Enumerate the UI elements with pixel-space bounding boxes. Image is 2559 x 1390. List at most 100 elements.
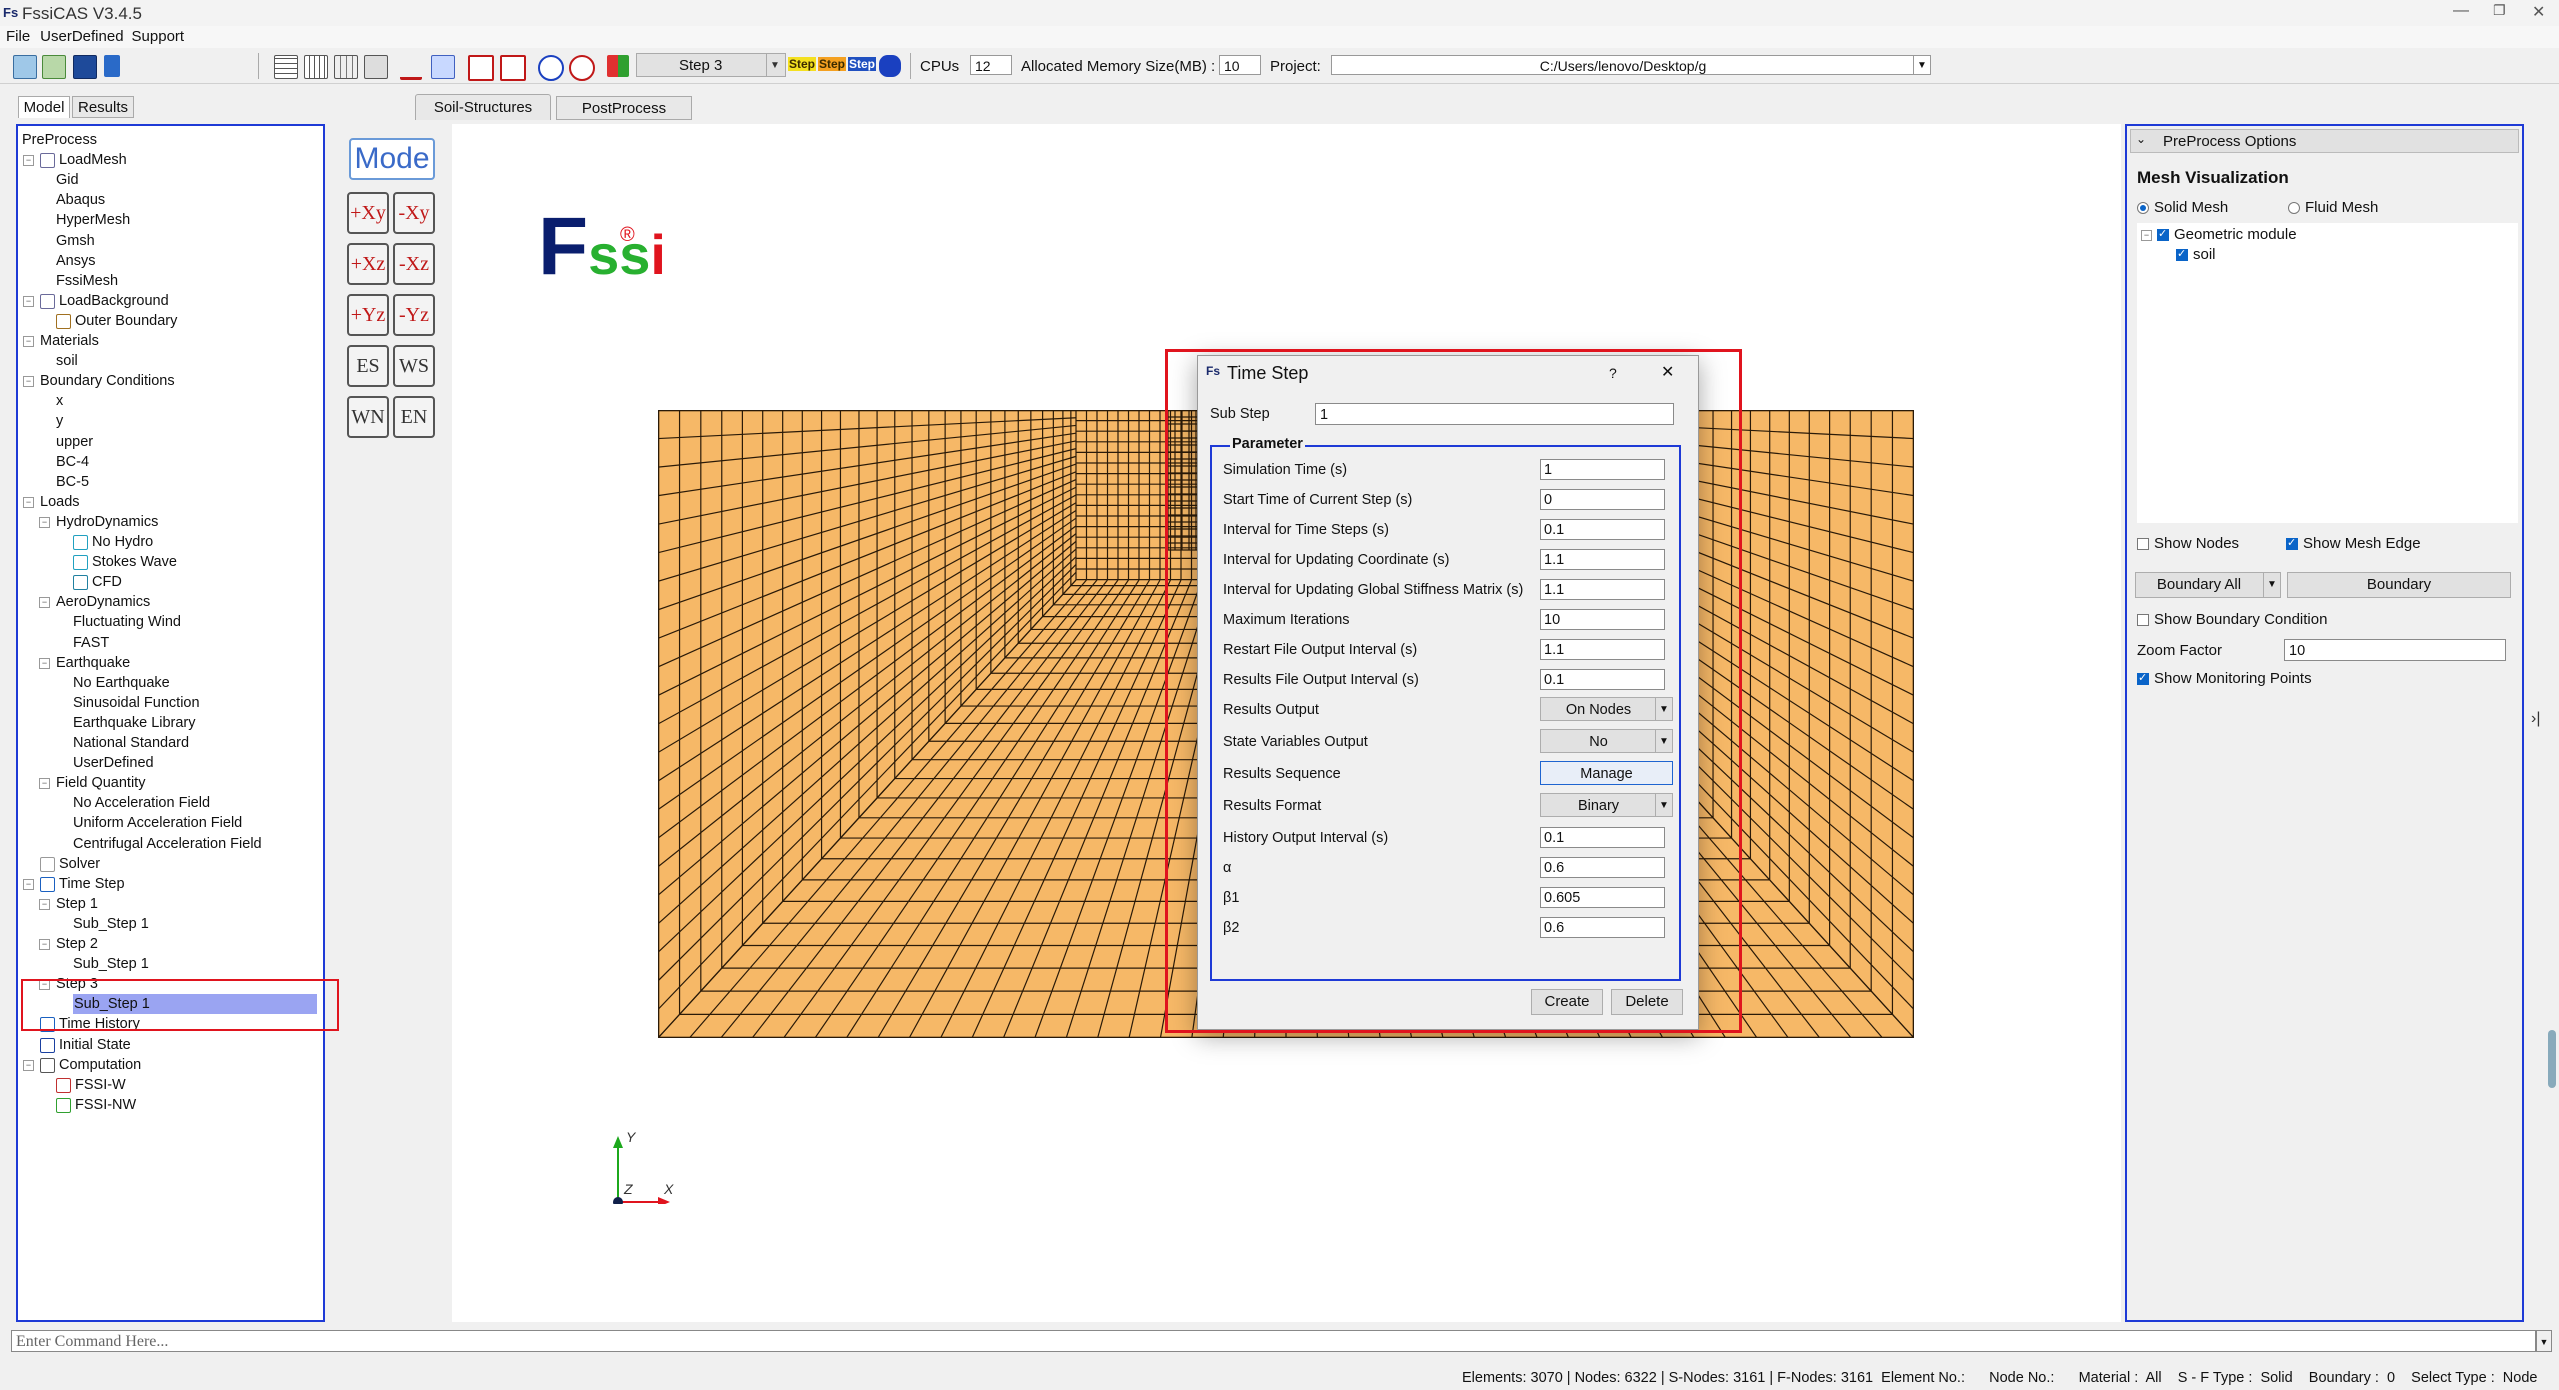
tree-item-bc-5[interactable]: BC-5 [18, 472, 318, 492]
mesh-edit-icon[interactable] [364, 55, 388, 79]
tree-item-aerodynamics[interactable]: − AeroDynamics [18, 592, 318, 612]
solid-mesh-radio[interactable] [2137, 202, 2149, 214]
command-dropdown-icon[interactable]: ▼ [2536, 1330, 2552, 1352]
tree-item-solver[interactable]: Solver [18, 854, 318, 874]
close-window-icon[interactable]: ✕ [2532, 2, 2545, 22]
tree-item-earthquake-library[interactable]: Earthquake Library [18, 713, 318, 733]
tree-collapse-icon[interactable]: − [39, 597, 50, 609]
mesh-grid-icon[interactable] [274, 55, 298, 79]
tree-item-fssi-w[interactable]: FSSI-W [18, 1075, 318, 1095]
tree-collapse-icon[interactable]: − [39, 778, 50, 790]
tab-soil-structures[interactable]: Soil-Structures [415, 94, 551, 120]
tree-item-loadmesh[interactable]: − LoadMesh [18, 150, 318, 170]
command-input[interactable]: Enter Command Here... [11, 1330, 2536, 1352]
view-button-wn[interactable]: WN [347, 396, 389, 438]
tree-item-gid[interactable]: Gid [18, 170, 318, 190]
view-button-ws[interactable]: WS [393, 345, 435, 387]
red-box-icon[interactable] [468, 55, 494, 81]
color-map-icon[interactable] [607, 55, 629, 77]
export-icon[interactable] [104, 55, 120, 77]
tab-model[interactable]: Model [18, 96, 70, 118]
red-box2-icon[interactable] [500, 55, 526, 81]
tree-item-no-hydro[interactable]: No Hydro [18, 532, 318, 552]
run-icon[interactable] [879, 55, 901, 77]
tree-item-hydrodynamics[interactable]: − HydroDynamics [18, 512, 318, 532]
boundary-line-icon[interactable] [400, 55, 422, 80]
cpus-input[interactable]: 12 [970, 55, 1012, 75]
tree-collapse-icon[interactable]: − [23, 295, 34, 307]
tree-item-stokes-wave[interactable]: Stokes Wave [18, 552, 318, 572]
step-button-3[interactable]: Step [848, 57, 877, 71]
tree-collapse-icon[interactable]: − [23, 878, 34, 890]
tree-collapse-icon[interactable]: − [23, 496, 34, 508]
tree-collapse-icon[interactable]: − [39, 939, 50, 950]
zoom-factor-input[interactable]: 10 [2284, 639, 2506, 661]
tree-item-time-step[interactable]: − Time Step [18, 874, 318, 894]
tree-item-upper[interactable]: upper [18, 432, 318, 452]
import-icon[interactable] [42, 55, 66, 79]
tab-results[interactable]: Results [72, 96, 134, 118]
project-path-combo[interactable]: C:/Users/lenovo/Desktop/g ▼ [1331, 55, 1931, 75]
view-button-es[interactable]: ES [347, 345, 389, 387]
tree-item-fluctuating-wind[interactable]: Fluctuating Wind [18, 612, 318, 632]
preprocess-options-header[interactable]: ⌄ PreProcess Options [2130, 129, 2519, 153]
step-button-2[interactable]: Step [818, 57, 847, 71]
tree-item-loads[interactable]: − Loads [18, 492, 318, 512]
tree-item-sub-step-1[interactable]: Sub_Step 1 [18, 914, 318, 934]
tab-postprocess[interactable]: PostProcess [556, 96, 692, 120]
dock-collapse-icon[interactable]: ›| [2531, 710, 2540, 728]
tree-item-sub-step-1[interactable]: Sub_Step 1 [18, 954, 318, 974]
list-icon[interactable] [431, 55, 455, 79]
tree-collapse-icon[interactable]: − [39, 898, 50, 910]
tree-collapse-icon[interactable]: − [23, 336, 34, 347]
tree-item-preprocess[interactable]: PreProcess [18, 130, 318, 150]
menu-userdefined[interactable]: UserDefined [40, 28, 123, 45]
boundary-button[interactable]: Boundary [2287, 572, 2511, 598]
fluid-mesh-radio[interactable] [2288, 202, 2300, 214]
tree-item-fast[interactable]: FAST [18, 633, 318, 653]
geometric-module-checkbox[interactable] [2157, 227, 2169, 241]
tree-item-step-2[interactable]: − Step 2 [18, 934, 318, 954]
view-button-minus-yz[interactable]: -Yz [393, 294, 435, 336]
view-button-minus-xz[interactable]: -Xz [393, 243, 435, 285]
tree-item-soil[interactable]: soil [18, 351, 318, 371]
tree-item-initial-state[interactable]: Initial State [18, 1035, 318, 1055]
mode-button[interactable]: Mode [349, 138, 435, 180]
tree-collapse-icon[interactable]: − [39, 657, 50, 669]
tree-item-y[interactable]: y [18, 411, 318, 431]
show-nodes-checkbox[interactable] [2137, 538, 2149, 550]
tree-collapse-icon[interactable]: − [23, 1059, 34, 1071]
view-button-plusminus-xz[interactable]: +Xz [347, 243, 389, 285]
tree-item-boundary-conditions[interactable]: − Boundary Conditions [18, 371, 318, 391]
tree-item-abaqus[interactable]: Abaqus [18, 190, 318, 210]
mesh-grid3-icon[interactable] [334, 55, 358, 79]
mesh-grid2-icon[interactable] [304, 55, 328, 79]
tree-item-gmsh[interactable]: Gmsh [18, 231, 318, 251]
tree-item-userdefined[interactable]: UserDefined [18, 753, 318, 773]
tree-item-outer-boundary[interactable]: Outer Boundary [18, 311, 318, 331]
minimize-icon[interactable]: — [2453, 2, 2469, 20]
tree-item-bc-4[interactable]: BC-4 [18, 452, 318, 472]
tree-item-ansys[interactable]: Ansys [18, 251, 318, 271]
tree-item-step-1[interactable]: − Step 1 [18, 894, 318, 914]
tree-item-fssi-nw[interactable]: FSSI-NW [18, 1095, 318, 1115]
scrollbar-thumb[interactable] [2548, 1030, 2556, 1088]
tree-item-no-acceleration-field[interactable]: No Acceleration Field [18, 793, 318, 813]
boundary-all-combo[interactable]: Boundary All ▼ [2135, 572, 2281, 598]
menu-file[interactable]: File [6, 28, 30, 45]
view-button-plusminus-xy[interactable]: +Xy [347, 192, 389, 234]
tree-item-materials[interactable]: − Materials [18, 331, 318, 351]
menu-support[interactable]: Support [132, 28, 185, 45]
open-file-icon[interactable] [13, 55, 37, 79]
maximize-icon[interactable]: ❐ [2493, 2, 2506, 19]
tree-collapse-icon[interactable]: − [23, 376, 34, 388]
memory-input[interactable]: 10 [1219, 55, 1261, 75]
save-icon[interactable] [73, 55, 97, 79]
tree-collapse-icon[interactable]: − [39, 516, 50, 528]
show-boundary-condition-checkbox[interactable] [2137, 614, 2149, 626]
tree-item-field-quantity[interactable]: − Field Quantity [18, 773, 318, 793]
expand-icon[interactable]: − [2141, 230, 2152, 241]
tree-item-no-earthquake[interactable]: No Earthquake [18, 673, 318, 693]
view-button-plusminus-yz[interactable]: +Yz [347, 294, 389, 336]
soil-checkbox[interactable] [2176, 247, 2188, 261]
